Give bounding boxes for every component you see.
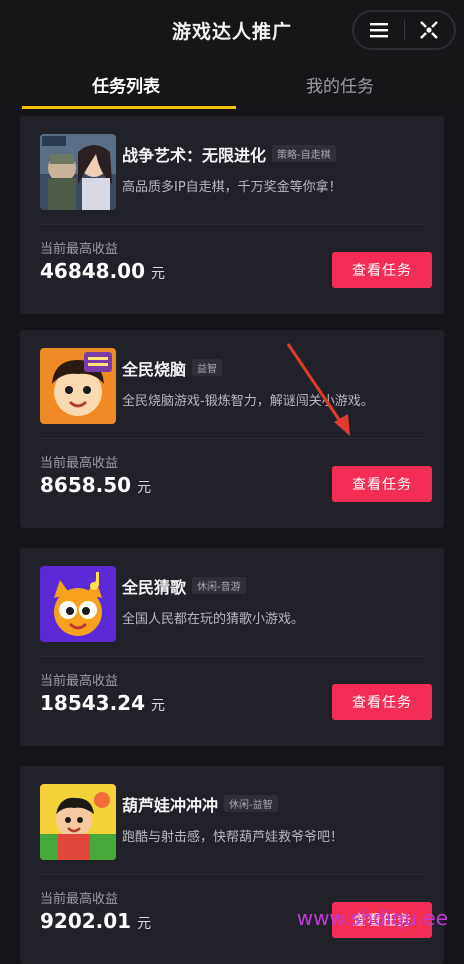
close-icon (420, 21, 439, 39)
game-name: 战争艺术：无限进化 策略-自走棋 (122, 142, 336, 166)
earnings-unit: 元 (151, 266, 166, 282)
game-description: 全国人民都在玩的猜歌小游戏。 (122, 612, 305, 627)
mini-program-capsule (352, 10, 456, 50)
earnings-amount: 18543.24 (40, 691, 146, 715)
earnings-label: 当前最高收益 (40, 892, 119, 907)
game-name: 全民烧脑 益智 (122, 356, 223, 380)
game-icon-calabash (40, 784, 116, 860)
view-task-button[interactable]: 查看任务 (332, 684, 432, 720)
game-title: 战争艺术：无限进化 (122, 146, 267, 165)
top-bar: 游戏达人推广 (0, 0, 464, 60)
game-title: 葫芦娃冲冲冲 (122, 796, 219, 815)
game-description: 跑酷与射击感，快帮葫芦娃救爷爷吧！ (122, 830, 344, 845)
game-category-tag: 策略-自走棋 (272, 145, 336, 162)
card-divider (40, 656, 424, 657)
earnings-label: 当前最高收益 (40, 242, 119, 257)
earnings-value: 46848.00 元 (40, 259, 165, 283)
tab-bar: 任务列表 我的任务 (0, 60, 464, 110)
game-name: 葫芦娃冲冲冲 休闲-益智 (122, 792, 278, 816)
earnings-label: 当前最高收益 (40, 456, 119, 471)
view-task-button[interactable]: 查看任务 (332, 252, 432, 288)
earnings-unit: 元 (137, 480, 152, 496)
card-divider (40, 438, 424, 439)
game-name: 全民猜歌 休闲-音游 (122, 574, 246, 598)
task-card: 战争艺术：无限进化 策略-自走棋 高品质多IP自走棋，千万奖金等你拿！ 当前最高收… (20, 116, 444, 314)
game-title: 全民猜歌 (122, 578, 187, 597)
view-task-button[interactable]: 查看任务 (332, 466, 432, 502)
menu-button[interactable] (354, 12, 404, 48)
earnings-label: 当前最高收益 (40, 674, 119, 689)
earnings-unit: 元 (151, 698, 166, 714)
earnings-amount: 46848.00 (40, 259, 146, 283)
earnings-unit: 元 (137, 916, 152, 932)
earnings-amount: 9202.01 (40, 909, 132, 933)
game-icon-brain (40, 348, 116, 424)
task-card: 全民猜歌 休闲-音游 全国人民都在玩的猜歌小游戏。 当前最高收益 18543.24… (20, 548, 444, 746)
game-icon-war-art (40, 134, 116, 210)
tab-task-list[interactable]: 任务列表 (92, 72, 160, 97)
card-divider (40, 874, 424, 875)
menu-icon (369, 23, 388, 38)
active-tab-indicator (22, 106, 236, 109)
earnings-amount: 8658.50 (40, 473, 132, 497)
game-description: 高品质多IP自走棋，千万奖金等你拿！ (122, 180, 342, 195)
task-card: 全民烧脑 益智 全民烧脑游戏-锻炼智力，解谜闯关小游戏。 当前最高收益 8658.… (20, 330, 444, 528)
watermark: www.shdiqu.ee (296, 906, 448, 930)
annotation-arrow-icon (286, 343, 350, 436)
close-button[interactable] (404, 12, 454, 48)
game-category-tag: 休闲-音游 (192, 577, 246, 594)
earnings-value: 18543.24 元 (40, 691, 165, 715)
earnings-value: 9202.01 元 (40, 909, 151, 933)
game-title: 全民烧脑 (122, 360, 187, 379)
game-category-tag: 休闲-益智 (224, 795, 278, 812)
task-card: 葫芦娃冲冲冲 休闲-益智 跑酷与射击感，快帮葫芦娃救爷爷吧！ 当前最高收益 920… (20, 766, 444, 964)
card-divider (40, 224, 424, 225)
game-category-tag: 益智 (192, 359, 223, 376)
earnings-value: 8658.50 元 (40, 473, 151, 497)
tab-my-tasks[interactable]: 我的任务 (306, 72, 374, 97)
game-icon-guess-song (40, 566, 116, 642)
